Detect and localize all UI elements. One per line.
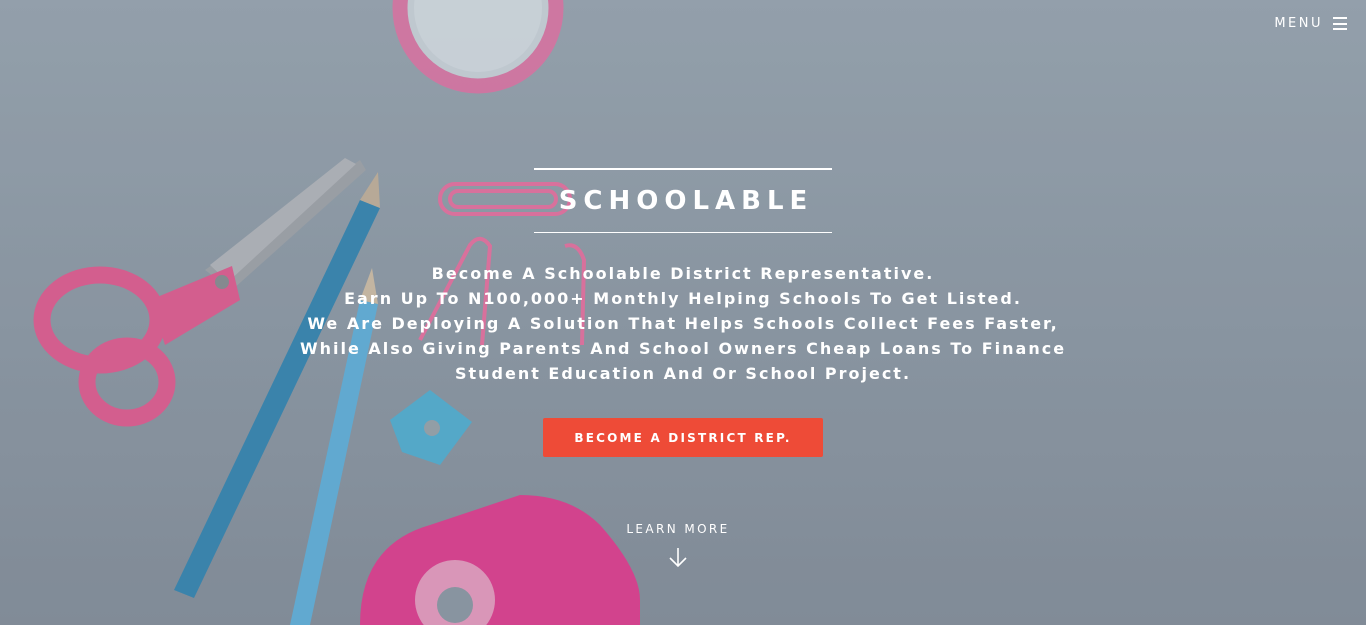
menu-button[interactable]: MENU bbox=[1274, 16, 1347, 31]
menu-label: MENU bbox=[1274, 16, 1323, 31]
tagline-line: While Also Giving Parents And School Own… bbox=[299, 339, 1067, 358]
site-title: SCHOOLABLE bbox=[558, 186, 814, 216]
title-block: SCHOOLABLE bbox=[534, 168, 832, 233]
hero-tagline: Become A Schoolable District Representat… bbox=[233, 261, 1133, 386]
arrow-down-icon[interactable] bbox=[667, 546, 689, 568]
tagline-line: Become A Schoolable District Representat… bbox=[431, 264, 935, 283]
become-district-rep-button[interactable]: BECOME A DISTRICT REP. bbox=[543, 418, 823, 457]
hero-section: MENU SCHOOLABLE Become A Schoolable Dist… bbox=[0, 0, 1366, 625]
hamburger-icon[interactable] bbox=[1333, 17, 1347, 30]
tagline-line: We Are Deploying A Solution That Helps S… bbox=[307, 314, 1059, 333]
tagline-line: Student Education And Or School Project. bbox=[454, 364, 912, 383]
tagline-line: Earn Up To N100,000+ Monthly Helping Sch… bbox=[344, 289, 1022, 308]
learn-more-label: LEARN MORE bbox=[626, 522, 730, 536]
learn-more-link[interactable]: LEARN MORE bbox=[578, 522, 778, 568]
